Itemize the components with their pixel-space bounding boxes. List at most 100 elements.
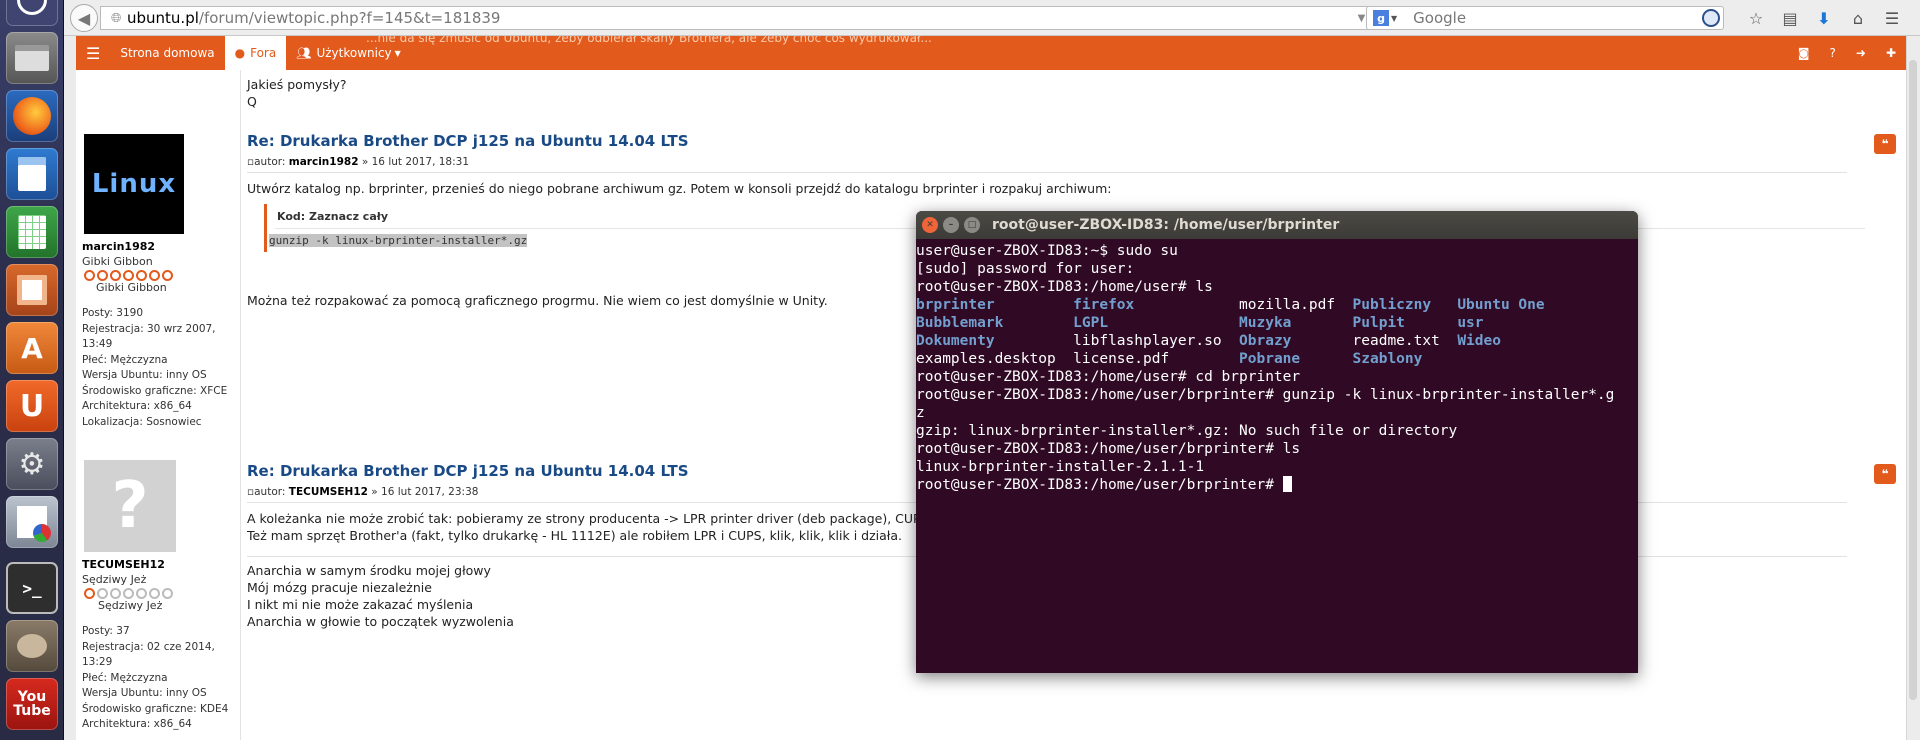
ls-directory: Ubuntu One <box>1457 297 1545 313</box>
url-text: ubuntu.pl/forum/viewtopic.php?f=145&t=18… <box>127 9 501 27</box>
post-author[interactable]: marcin1982 <box>289 156 359 168</box>
avatar[interactable]: ? <box>84 460 176 552</box>
user-profile: ? TECUMSEH12 Sędziwy Jeż Sędziwy Jeż Pos… <box>82 460 232 733</box>
gimp-icon[interactable] <box>6 620 58 672</box>
ls-file: examples.desktop <box>916 351 1056 367</box>
engine-dropdown-icon[interactable]: ▼ <box>1391 14 1397 23</box>
register-icon[interactable]: ✚ <box>1876 36 1906 70</box>
bookmarks-list-icon[interactable]: ▤ <box>1778 6 1802 30</box>
ls-directory: firefox <box>1073 297 1135 313</box>
close-icon[interactable]: ✕ <box>922 217 938 233</box>
impress-icon[interactable] <box>6 264 58 316</box>
post-meta: ▫autor: TECUMSEH12 » 16 lut 2017, 23:38 <box>247 486 479 498</box>
nav-ghost-text: ...nie da się zmusić od Ubuntu, żeby odb… <box>366 36 932 45</box>
user-rank: Gibki Gibbon <box>82 255 153 268</box>
calc-icon[interactable] <box>6 206 58 258</box>
ls-directory: Obrazy <box>1239 333 1292 349</box>
nav-home[interactable]: Strona domowa <box>110 36 224 70</box>
files-icon[interactable] <box>6 32 58 84</box>
nav-forums-label: Fora <box>250 46 277 60</box>
bookmark-star-icon[interactable]: ☆ <box>1744 6 1768 30</box>
help-icon[interactable]: ? <box>1820 36 1846 70</box>
browser-toolbar: ◀ 🌐︎ ubuntu.pl/forum/viewtopic.php?f=145… <box>64 0 1920 36</box>
avatar[interactable]: Linux <box>84 134 184 234</box>
url-dropdown-icon[interactable]: ▼ <box>1358 13 1366 24</box>
quote-button[interactable]: ❝ <box>1874 134 1896 154</box>
post-body: Utwórz katalog np. brprinter, przenieś d… <box>247 181 1112 196</box>
login-icon[interactable]: ➜ <box>1846 36 1876 70</box>
ls-directory: Muzyka <box>1239 315 1292 331</box>
avatar-text: Linux <box>91 169 177 199</box>
ls-directory: LGPL <box>1073 315 1109 331</box>
url-bar[interactable]: 🌐︎ ubuntu.pl/forum/viewtopic.php?f=145&t… <box>100 6 1390 30</box>
user-profile: Linux marcin1982 Gibki Gibbon Gibki Gibb… <box>82 134 232 430</box>
quote-button[interactable]: ❝ <box>1874 464 1896 484</box>
code-text[interactable]: gunzip -k linux-brprinter-installer*.gz <box>269 234 528 247</box>
terminal-output[interactable]: user@user-ZBOX-ID83:~$ sudo su [sudo] pa… <box>916 239 1638 494</box>
youtube-text-top: You <box>17 689 47 705</box>
writer-icon[interactable] <box>6 148 58 200</box>
nav-forums[interactable]: ● Fora <box>224 36 287 70</box>
top-post-text: Jakieś pomysły? Q <box>247 76 347 110</box>
username[interactable]: marcin1982 <box>82 240 232 253</box>
ls-directory: brprinter <box>916 297 995 313</box>
user-rank-label: Gibki Gibbon <box>96 281 167 294</box>
top-post-line: Jakieś pomysły? <box>247 77 347 92</box>
ls-directory: usr <box>1457 315 1484 331</box>
users-icon: 👥︎ <box>296 46 312 60</box>
search-icon[interactable] <box>1702 9 1720 27</box>
post-meta: ▫autor: marcin1982 » 16 lut 2017, 18:31 <box>247 156 470 168</box>
dash-icon[interactable] <box>6 0 58 26</box>
terminal-cursor <box>1282 476 1292 492</box>
home-icon[interactable]: ⌂ <box>1846 6 1870 30</box>
username[interactable]: TECUMSEH12 <box>82 558 232 571</box>
ls-file: libflashplayer.so <box>1073 333 1222 349</box>
back-arrow-icon: ◀ <box>77 8 91 28</box>
post-author[interactable]: TECUMSEH12 <box>289 486 368 498</box>
scrollbar-thumb[interactable] <box>1909 60 1917 700</box>
hamburger-icon[interactable]: ☰ <box>76 36 110 70</box>
nav-users-label: Użytkownicy <box>316 46 392 60</box>
terminal-title: root@user-ZBOX-ID83: /home/user/brprinte… <box>992 217 1340 233</box>
top-post-line: Q <box>247 94 257 109</box>
user-rank: Sędziwy Jeż <box>82 573 147 586</box>
minimize-icon[interactable]: – <box>943 217 959 233</box>
rank-icons <box>84 270 232 281</box>
post-title[interactable]: Re: Drukarka Brother DCP j125 na Ubuntu … <box>247 132 689 150</box>
spreadsheet-icon[interactable] <box>6 496 58 548</box>
unity-launcher: A U ⚙ >_ You Tube <box>0 0 64 740</box>
rss-icon[interactable]: ◙ <box>1788 36 1820 70</box>
ls-directory: Publiczny <box>1352 297 1432 313</box>
youtube-text-bottom: Tube <box>13 703 51 719</box>
ls-directory: Wideo <box>1457 333 1501 349</box>
ls-file: readme.txt <box>1352 333 1440 349</box>
user-info: Posty: 3190 Rejestracja: 30 wrz 2007, 13:4… <box>82 307 228 428</box>
maximize-icon[interactable]: □ <box>964 217 980 233</box>
terminal-icon[interactable]: >_ <box>6 562 58 614</box>
ls-file: license.pdf <box>1073 351 1170 367</box>
google-engine-icon[interactable]: g <box>1373 10 1389 26</box>
code-label: Kod: Zaznacz cały <box>277 210 388 223</box>
ubuntu-one-icon[interactable]: U <box>6 380 58 432</box>
settings-icon[interactable]: ⚙ <box>6 438 58 490</box>
terminal-titlebar[interactable]: ✕ – □ root@user-ZBOX-ID83: /home/user/br… <box>916 211 1638 239</box>
chat-icon: ● <box>234 46 246 60</box>
back-button[interactable]: ◀ <box>70 4 98 32</box>
ls-file: mozilla.pdf <box>1239 297 1336 313</box>
post-title[interactable]: Re: Drukarka Brother DCP j125 na Ubuntu … <box>247 462 689 480</box>
software-center-icon[interactable]: A <box>6 322 58 374</box>
question-mark-icon: ? <box>111 469 149 543</box>
ls-directory: Pobrane <box>1239 351 1301 367</box>
rank-icons <box>84 588 232 599</box>
search-bar[interactable]: g ▼ Google <box>1366 6 1724 30</box>
ls-directory: Szablony <box>1352 351 1423 367</box>
download-icon[interactable]: ⬇ <box>1812 6 1836 30</box>
youtube-icon[interactable]: You Tube <box>6 678 58 730</box>
terminal-window[interactable]: ✕ – □ root@user-ZBOX-ID83: /home/user/br… <box>916 211 1638 673</box>
menu-icon[interactable]: ☰ <box>1880 6 1904 30</box>
globe-icon: 🌐︎ <box>111 10 122 26</box>
post-body-2: Można też rozpakować za pomocą graficzne… <box>247 293 828 308</box>
search-input[interactable]: Google <box>1413 9 1702 27</box>
chevron-down-icon: ▼ <box>394 48 401 58</box>
firefox-icon[interactable] <box>6 90 58 142</box>
